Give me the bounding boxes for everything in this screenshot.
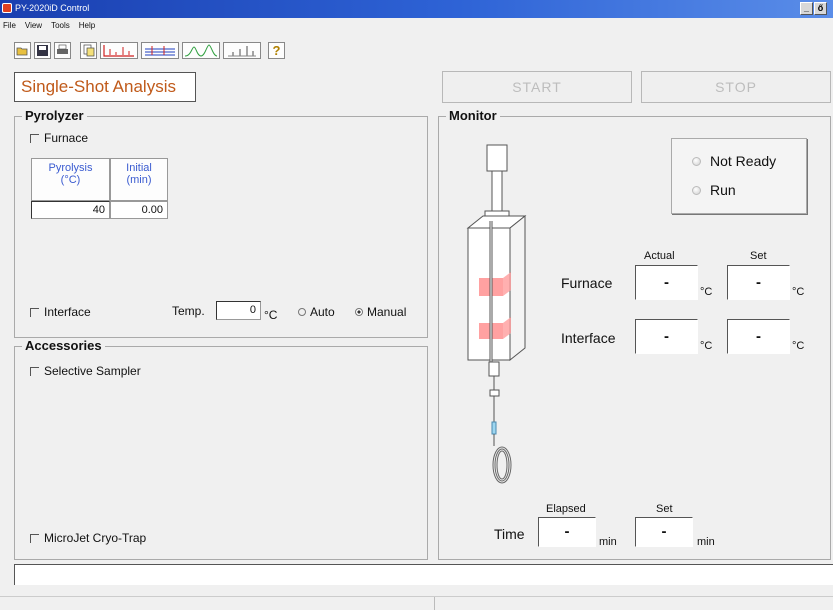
monitor-legend: Monitor: [446, 108, 500, 123]
print-icon[interactable]: [54, 41, 71, 59]
set-time-unit: min: [697, 536, 715, 548]
peaks-icon[interactable]: [182, 41, 220, 59]
bars-icon[interactable]: [223, 41, 261, 59]
elapsed-header: Elapsed: [546, 503, 586, 515]
accessories-group: [14, 346, 428, 560]
selective-sampler-checkbox[interactable]: [30, 366, 39, 376]
interface-set-unit: °C: [792, 340, 805, 352]
time-set-header: Set: [656, 503, 673, 515]
auto-label: Auto: [310, 305, 335, 319]
menu-tools[interactable]: Tools: [51, 21, 70, 30]
page-title: Single-Shot Analysis: [14, 72, 196, 102]
furnace-temp-label: Furnace: [561, 275, 613, 291]
interface-checkbox[interactable]: [30, 307, 39, 317]
status-divider: [434, 597, 435, 610]
restore-button[interactable]: ő: [814, 2, 827, 15]
microjet-checkbox[interactable]: [30, 533, 39, 543]
menu-file[interactable]: File: [3, 21, 16, 30]
menu-view[interactable]: View: [25, 21, 42, 30]
time-label: Time: [494, 526, 525, 542]
title-bar: PY-2020iD Control _ ő: [0, 0, 833, 18]
set-header: Set: [750, 250, 767, 262]
interface-actual-unit: °C: [700, 340, 713, 352]
status-panel: [671, 138, 807, 214]
toolbar: ?: [14, 40, 285, 60]
help-icon[interactable]: ?: [268, 41, 285, 59]
menu-help[interactable]: Help: [79, 21, 95, 30]
furnace-set-unit: °C: [792, 286, 805, 298]
pyrolysis-temp-cell[interactable]: 40: [31, 201, 110, 219]
interface-temp-input[interactable]: 0: [216, 301, 261, 320]
furnace-set-display: -: [727, 265, 790, 300]
interface-set-display: -: [727, 319, 790, 354]
interface-label: Interface: [44, 305, 91, 319]
window-title: PY-2020iD Control: [15, 3, 90, 13]
initial-time-cell[interactable]: 0.00: [110, 201, 168, 219]
furnace-checkbox[interactable]: [30, 133, 39, 143]
auto-radio[interactable]: [298, 308, 306, 316]
app-icon: [2, 3, 12, 13]
manual-radio[interactable]: [355, 308, 363, 316]
run-label: Run: [710, 182, 736, 198]
pyrolyzer-diagram: [466, 144, 527, 484]
status-bar: [0, 596, 833, 610]
stop-button[interactable]: STOP: [641, 71, 831, 103]
temp-label: Temp.: [172, 304, 205, 318]
menu-bar: File View Tools Help: [0, 18, 833, 32]
elapsed-time-display: -: [538, 517, 596, 547]
interface-temp-label: Interface: [561, 330, 616, 346]
not-ready-label: Not Ready: [710, 153, 777, 169]
furnace-actual-unit: °C: [700, 286, 713, 298]
minimize-button[interactable]: _: [800, 2, 813, 15]
elapsed-unit: min: [599, 536, 617, 548]
pyrolysis-header: Pyrolysis (°C): [31, 158, 110, 201]
accessories-legend: Accessories: [22, 338, 105, 353]
actual-header: Actual: [644, 250, 675, 262]
message-bar: [14, 564, 833, 585]
manual-label: Manual: [367, 305, 407, 319]
copy-icon[interactable]: [80, 41, 97, 59]
open-icon[interactable]: [14, 41, 31, 59]
sequence-icon[interactable]: [141, 41, 179, 59]
furnace-actual-display: -: [635, 265, 698, 300]
interface-actual-display: -: [635, 319, 698, 354]
temp-unit: °C: [264, 308, 278, 322]
chromatogram-icon[interactable]: [100, 41, 138, 59]
save-icon[interactable]: [34, 41, 51, 59]
pyrolyzer-legend: Pyrolyzer: [22, 108, 87, 123]
microjet-label: MicroJet Cryo-Trap: [44, 531, 147, 545]
initial-header: Initial (min): [110, 158, 168, 201]
selective-sampler-label: Selective Sampler: [44, 364, 141, 378]
furnace-label: Furnace: [44, 131, 89, 145]
start-button[interactable]: START: [442, 71, 632, 103]
not-ready-indicator: [692, 156, 701, 166]
run-indicator: [692, 185, 701, 195]
set-time-display: -: [635, 517, 693, 547]
